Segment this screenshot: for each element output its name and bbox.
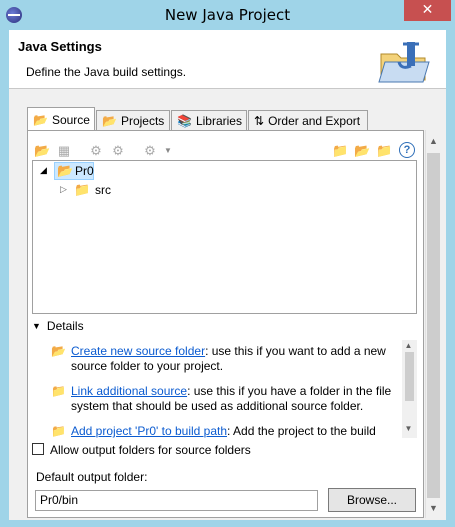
browse-button[interactable]: Browse... bbox=[328, 488, 416, 512]
tab-label: Order and Export bbox=[268, 113, 361, 128]
tab-libraries[interactable]: 📚 Libraries bbox=[171, 110, 247, 130]
exclude-icon[interactable]: ⚙ bbox=[110, 143, 126, 159]
banner-description: Define the Java build settings. bbox=[26, 65, 187, 79]
tree-item-src[interactable]: src bbox=[95, 183, 111, 197]
window-frame-bottom bbox=[0, 520, 455, 527]
edit-icon[interactable]: ▦ bbox=[56, 143, 72, 159]
window-title: New Java Project bbox=[164, 6, 291, 24]
java-project-wizard-icon bbox=[378, 42, 430, 83]
allow-output-folders-checkbox[interactable] bbox=[32, 443, 44, 455]
allow-output-folders-label[interactable]: Allow output folders for source folders bbox=[50, 443, 251, 457]
projects-icon: 📂 bbox=[102, 113, 117, 128]
link-source-icon: 📁 bbox=[51, 384, 66, 398]
detail-create-source-folder: 📂 Create new source folder: use this if … bbox=[51, 344, 396, 374]
tab-projects[interactable]: 📂 Projects bbox=[96, 110, 170, 130]
create-source-folder-icon: 📂 bbox=[51, 344, 66, 358]
create-source-folder-link[interactable]: Create new source folder bbox=[71, 344, 205, 358]
link-source-icon[interactable]: 📁 bbox=[332, 143, 348, 159]
window-frame-left bbox=[0, 30, 9, 527]
details-scrollbar-thumb[interactable] bbox=[405, 352, 414, 401]
tab-order-and-export[interactable]: ⇅ Order and Export bbox=[248, 110, 368, 130]
details-scroll-up-icon[interactable]: ▲ bbox=[401, 341, 416, 350]
window-frame-right bbox=[446, 30, 455, 527]
scroll-down-icon[interactable]: ▼ bbox=[425, 503, 442, 513]
source-folder-icon: 📂 bbox=[33, 112, 48, 127]
tab-label: Source bbox=[51, 112, 90, 127]
libraries-icon: 📚 bbox=[177, 113, 192, 128]
collapse-arrow-icon[interactable]: ◢ bbox=[40, 165, 47, 176]
add-folder-icon[interactable]: 📂 bbox=[34, 143, 50, 159]
dropdown-arrow-icon[interactable]: ▼ bbox=[160, 143, 176, 159]
help-icon[interactable]: ? bbox=[399, 142, 415, 158]
project-folder-icon: 📂 bbox=[57, 163, 74, 178]
package-folder-icon: 📁 bbox=[74, 182, 91, 197]
tree-item-pr0[interactable]: Pr0 bbox=[75, 164, 94, 178]
tab-source[interactable]: 📂 Source bbox=[27, 107, 95, 131]
banner-title: Java Settings bbox=[18, 39, 102, 54]
add-project-icon: 📁 bbox=[51, 424, 66, 438]
detail-text: : Add the project to the build bbox=[227, 424, 376, 438]
create-source-folder-icon[interactable]: 📂 bbox=[354, 143, 370, 159]
expand-arrow-icon[interactable]: ▷ bbox=[60, 184, 67, 195]
order-export-icon: ⇅ bbox=[254, 113, 265, 128]
details-toggle[interactable]: ▼ Details bbox=[32, 319, 84, 333]
detail-add-project: 📁 Add project 'Pr0' to build path: Add t… bbox=[51, 424, 396, 439]
default-output-folder-label: Default output folder: bbox=[36, 470, 148, 484]
new-folder-icon[interactable]: 📁 bbox=[376, 143, 392, 159]
close-button[interactable]: ✕ bbox=[404, 0, 451, 21]
scroll-up-icon[interactable]: ▲ bbox=[425, 136, 442, 146]
tab-label: Libraries bbox=[195, 113, 242, 128]
scrollbar-thumb[interactable] bbox=[427, 153, 440, 498]
add-project-to-build-path-link[interactable]: Add project 'Pr0' to build path bbox=[71, 424, 227, 438]
default-output-folder-field[interactable]: Pr0/bin bbox=[35, 490, 318, 511]
link-additional-source-link[interactable]: Link additional source bbox=[71, 384, 187, 398]
details-scroll-down-icon[interactable]: ▼ bbox=[401, 424, 416, 433]
configure-icon[interactable]: ⚙ bbox=[142, 143, 158, 159]
tab-label: Projects bbox=[120, 113, 165, 128]
chevron-down-icon: ▼ bbox=[32, 321, 41, 331]
include-icon[interactable]: ⚙ bbox=[88, 143, 104, 159]
details-label: Details bbox=[46, 319, 84, 333]
detail-link-source: 📁 Link additional source: use this if yo… bbox=[51, 384, 396, 414]
